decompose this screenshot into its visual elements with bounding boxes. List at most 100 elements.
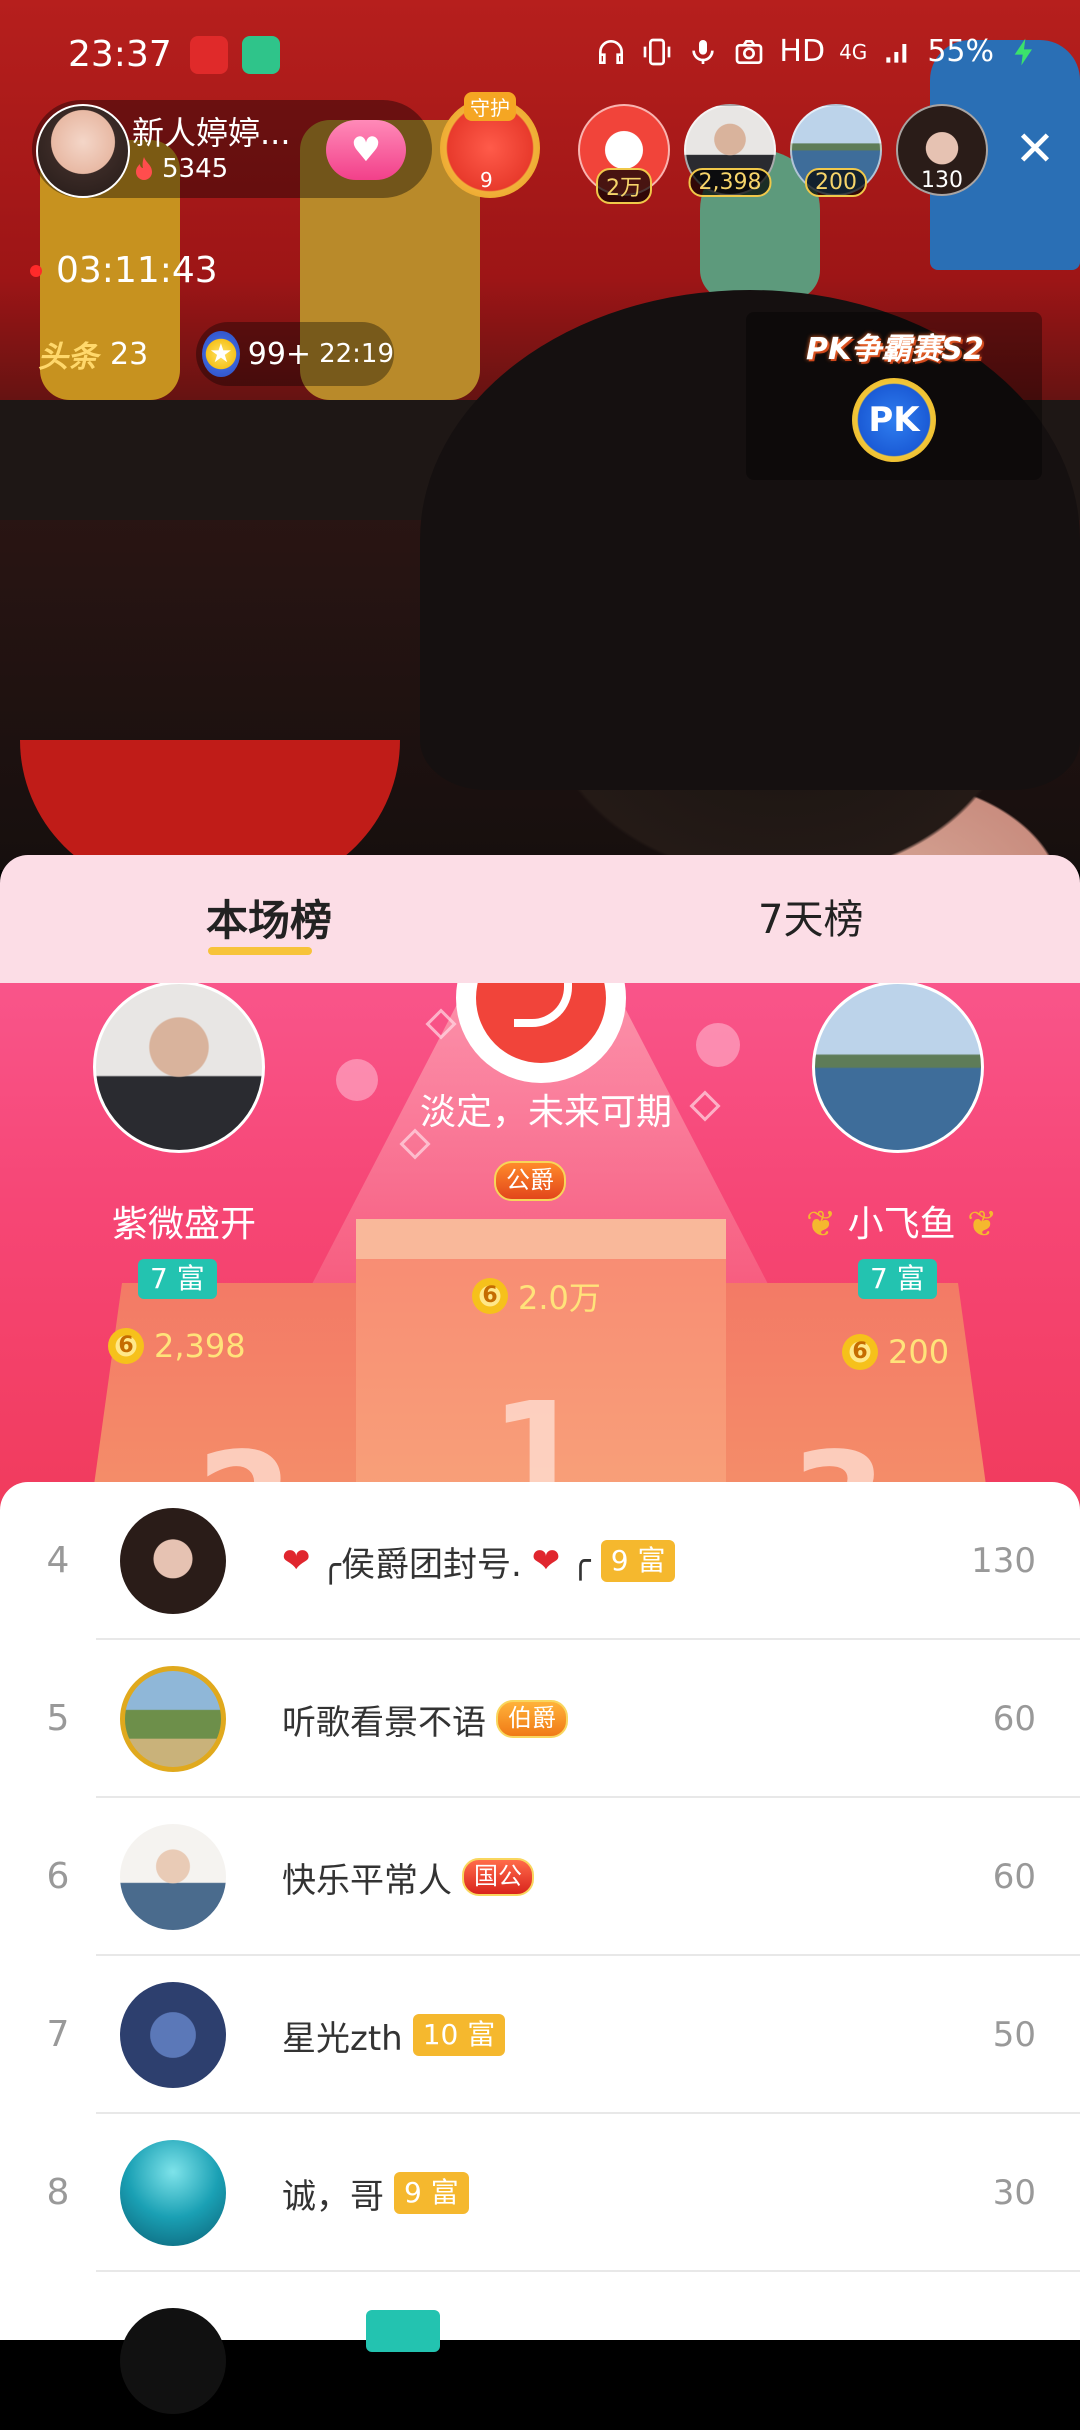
rank-number: 5 bbox=[46, 1698, 70, 1739]
flame-icon bbox=[136, 157, 152, 180]
close-button[interactable]: ✕ bbox=[1010, 124, 1060, 174]
active-tab-indicator bbox=[208, 947, 312, 955]
user-avatar[interactable] bbox=[120, 1824, 226, 1930]
third-place-avatar[interactable] bbox=[812, 983, 984, 1153]
host-heat: 5345 bbox=[132, 154, 228, 184]
viewer-contribution: 200 bbox=[805, 168, 867, 197]
pk-panel[interactable]: PK争霸赛S2 PK bbox=[746, 312, 1042, 480]
user-avatar[interactable] bbox=[120, 2308, 226, 2414]
user-name-group: 诚，哥 9 富 bbox=[282, 2114, 469, 2272]
network-label: HD bbox=[779, 34, 826, 69]
wheat-icon: ❦ bbox=[806, 1204, 837, 1245]
user-name-group: 听歌看景不语 伯爵 bbox=[282, 1640, 568, 1798]
toutiao-count: 23 bbox=[110, 336, 149, 372]
user-score: 60 bbox=[992, 1857, 1036, 1897]
star-rank-pill[interactable]: ★ 99+ 22:19 bbox=[196, 322, 394, 386]
list-item-partial[interactable] bbox=[0, 2272, 1080, 2430]
app-icon bbox=[242, 36, 280, 74]
first-place-name: 淡定，未来可期 bbox=[420, 1092, 673, 1133]
list-item[interactable]: 4 ❤ ╭侯爵团封号. ❤ ╭ 9 富 130 bbox=[0, 1482, 1080, 1640]
rich-level-badge: 9 富 bbox=[394, 2172, 469, 2214]
pk-button[interactable]: PK bbox=[852, 378, 936, 462]
guard-tag: 守护 bbox=[464, 92, 516, 121]
rich-level-badge: 10 富 bbox=[412, 2014, 506, 2056]
camera-icon bbox=[736, 39, 763, 64]
viewer-avatar-2[interactable]: 2,398 bbox=[684, 104, 776, 197]
heart-icon: ❤ bbox=[531, 1541, 561, 1581]
host-avatar[interactable] bbox=[36, 104, 130, 198]
coin-icon: 6 bbox=[472, 1278, 508, 1314]
coin-icon: 6 bbox=[108, 1328, 144, 1364]
follow-heart-button[interactable]: ♥ bbox=[326, 120, 406, 180]
user-name-group: ❤ ╭侯爵团封号. ❤ ╭ 9 富 bbox=[282, 1482, 676, 1640]
list-item[interactable]: 8 诚，哥 9 富 30 bbox=[0, 2114, 1080, 2272]
user-avatar[interactable] bbox=[120, 1508, 226, 1614]
battery-label: 55% bbox=[927, 34, 994, 69]
star-rank-time: 22:19 bbox=[319, 339, 394, 369]
viewer-avatar-3[interactable]: 200 bbox=[790, 104, 882, 197]
second-place-score-value: 2,398 bbox=[154, 1327, 246, 1365]
second-place-score: 6 2,398 bbox=[108, 1327, 246, 1365]
toutiao-logo: 头条 bbox=[38, 340, 98, 375]
rank-number: 6 bbox=[46, 1856, 70, 1897]
user-name: 听歌看景不语 bbox=[282, 1702, 486, 1743]
list-item[interactable]: 6 快乐平常人 国公 60 bbox=[0, 1798, 1080, 1956]
status-icons: HD 4G 55% bbox=[595, 34, 1040, 69]
host-heat-value: 5345 bbox=[162, 154, 229, 184]
guard-badge[interactable]: 守护 9 bbox=[440, 92, 540, 198]
heart-icon: ♥ bbox=[350, 130, 382, 170]
tab-current-show[interactable]: 本场榜 bbox=[206, 887, 332, 948]
viewer-contribution: 130 bbox=[921, 168, 963, 193]
guard-level: 9 bbox=[480, 168, 493, 192]
status-time: 23:37 bbox=[68, 34, 172, 75]
toutiao-rank[interactable]: 头条 23 bbox=[38, 326, 148, 382]
third-place-score: 6 200 bbox=[842, 1333, 949, 1371]
viewer-avatar-1[interactable]: 2万 bbox=[578, 104, 670, 204]
noble-title-badge: 伯爵 bbox=[496, 1700, 568, 1738]
rich-level-badge: 9 富 bbox=[600, 1540, 676, 1582]
live-timer-value: 03:11:43 bbox=[56, 250, 218, 291]
user-name-suffix: ╭ bbox=[570, 1541, 591, 1581]
third-place-name: ❦ 小飞鱼 ❦ bbox=[806, 1195, 997, 1247]
rank-number: 7 bbox=[46, 2014, 70, 2055]
second-place-avatar[interactable] bbox=[93, 983, 265, 1153]
rank-list[interactable]: 4 ❤ ╭侯爵团封号. ❤ ╭ 9 富 130 5 听歌看景不语 伯爵 60 6… bbox=[0, 1482, 1080, 2414]
user-name-group: 星光zth 10 富 bbox=[282, 1956, 506, 2114]
user-name: 快乐平常人 bbox=[282, 1860, 452, 1901]
user-score: 30 bbox=[992, 2173, 1036, 2213]
first-place-score-value: 2.0万 bbox=[518, 1279, 601, 1317]
first-place-avatar-face bbox=[476, 983, 606, 1063]
viewer-avatar-4[interactable]: 130 bbox=[896, 104, 988, 196]
user-avatar[interactable] bbox=[120, 2140, 226, 2246]
recording-dot-icon bbox=[30, 264, 42, 277]
mic-icon bbox=[692, 39, 715, 64]
rank-number: 4 bbox=[46, 1540, 70, 1581]
user-name: 诚，哥 bbox=[282, 2176, 384, 2217]
user-avatar[interactable] bbox=[120, 1982, 226, 2088]
decor-diamond bbox=[689, 1090, 721, 1122]
signal-label: 4G bbox=[839, 39, 868, 64]
viewer-contribution: 2万 bbox=[596, 168, 652, 204]
list-item[interactable]: 7 星光zth 10 富 50 bbox=[0, 1956, 1080, 2114]
close-icon: ✕ bbox=[1014, 121, 1056, 177]
noble-title-badge: 国公 bbox=[462, 1858, 534, 1896]
list-item[interactable]: 5 听歌看景不语 伯爵 60 bbox=[0, 1640, 1080, 1798]
headphone-icon bbox=[599, 39, 624, 64]
user-score: 60 bbox=[992, 1699, 1036, 1739]
signal-icon bbox=[886, 43, 907, 63]
host-name: 新人婷婷... bbox=[132, 114, 291, 152]
second-place-rich-badge: 7 富 bbox=[138, 1259, 217, 1299]
user-avatar[interactable] bbox=[120, 1666, 226, 1772]
star-rank-value: 99+ bbox=[247, 336, 312, 372]
red-bowl bbox=[20, 740, 400, 870]
charging-icon bbox=[1014, 38, 1032, 65]
first-place-title-badge: 公爵 bbox=[494, 1161, 566, 1201]
podium-first-top bbox=[356, 1219, 726, 1259]
rank-tabs: 本场榜 7天榜 bbox=[0, 855, 1080, 983]
second-place-name: 紫微盛开 bbox=[112, 1204, 257, 1245]
vibrate-icon bbox=[644, 38, 671, 65]
pk-banner: PK争霸赛S2 bbox=[806, 332, 984, 367]
user-score: 50 bbox=[992, 2015, 1036, 2055]
tab-7-days[interactable]: 7天榜 bbox=[758, 887, 863, 945]
first-place-score: 6 2.0万 bbox=[472, 1273, 601, 1319]
